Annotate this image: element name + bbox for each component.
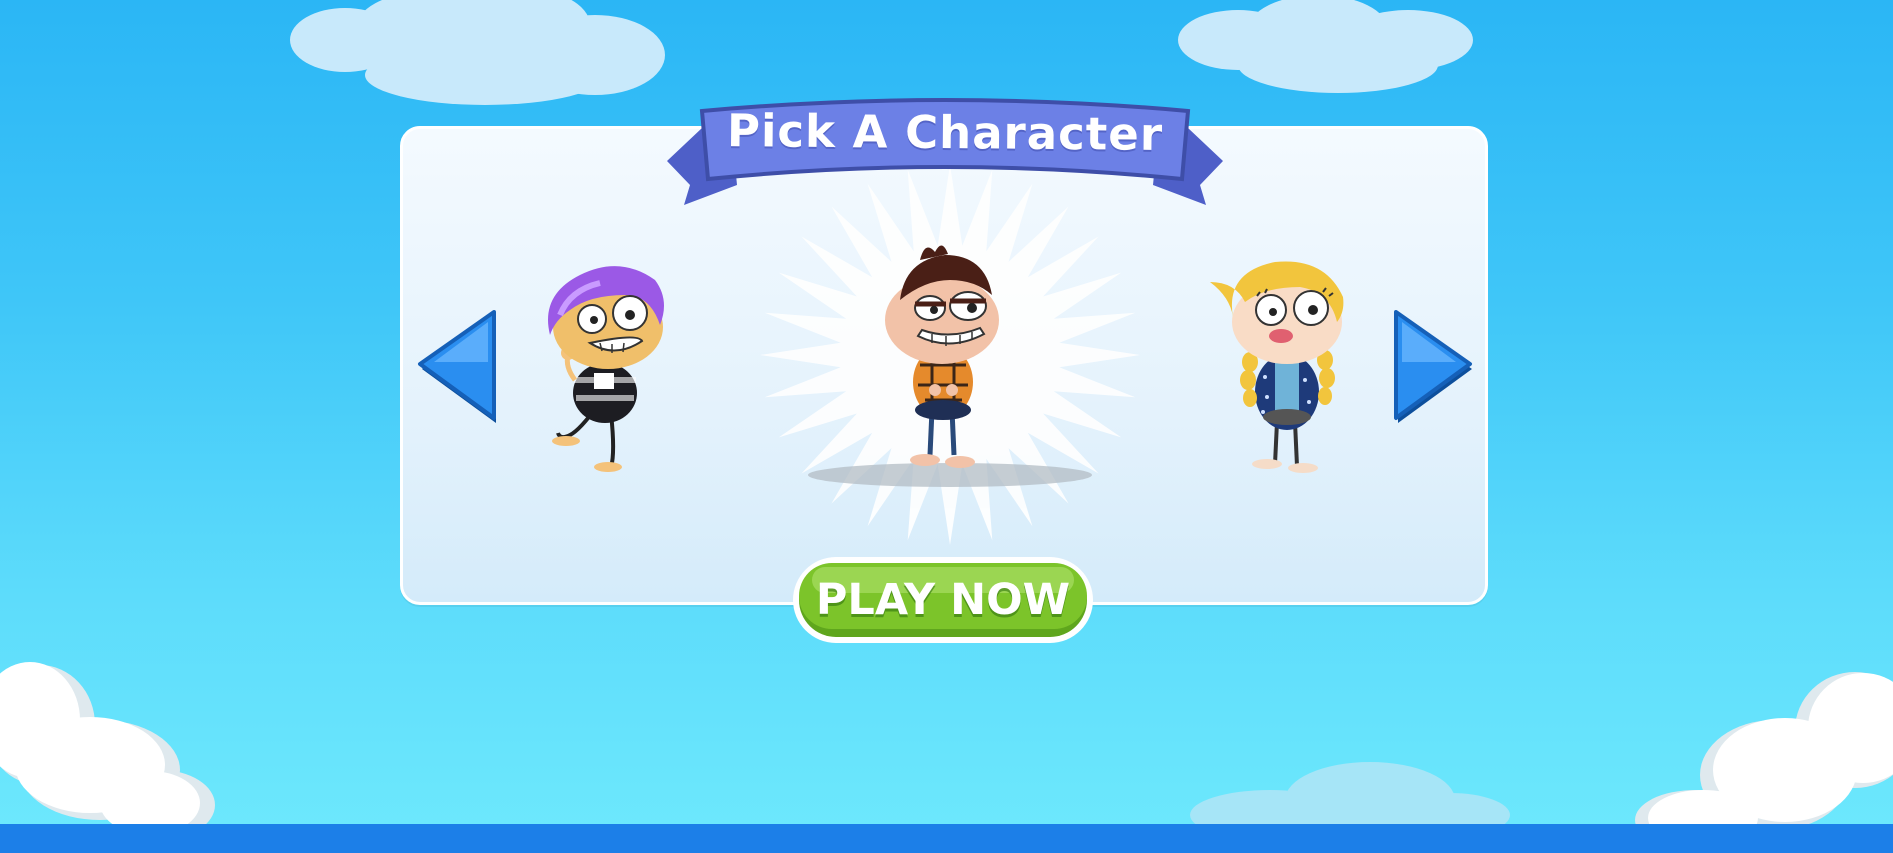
cloud-bottom-left [0,662,215,825]
cloud-top-left [290,0,665,105]
page-title: Pick A Character [726,104,1164,161]
next-character-button[interactable] [1388,308,1476,426]
prev-character-button[interactable] [414,308,502,426]
cloud-top-right [1178,0,1473,93]
character-purple-hair-boy[interactable] [530,255,685,475]
character-blonde-braids-girl[interactable] [1205,252,1355,477]
bottom-bar [0,824,1893,853]
cloud-bottom-center [1190,762,1510,830]
play-now-button[interactable] [790,554,1096,646]
right-arrow-icon [1394,310,1472,423]
character-brown-hair-boy[interactable] [880,240,1010,475]
cloud-bottom-right [1635,672,1893,825]
left-arrow-icon [418,310,496,423]
